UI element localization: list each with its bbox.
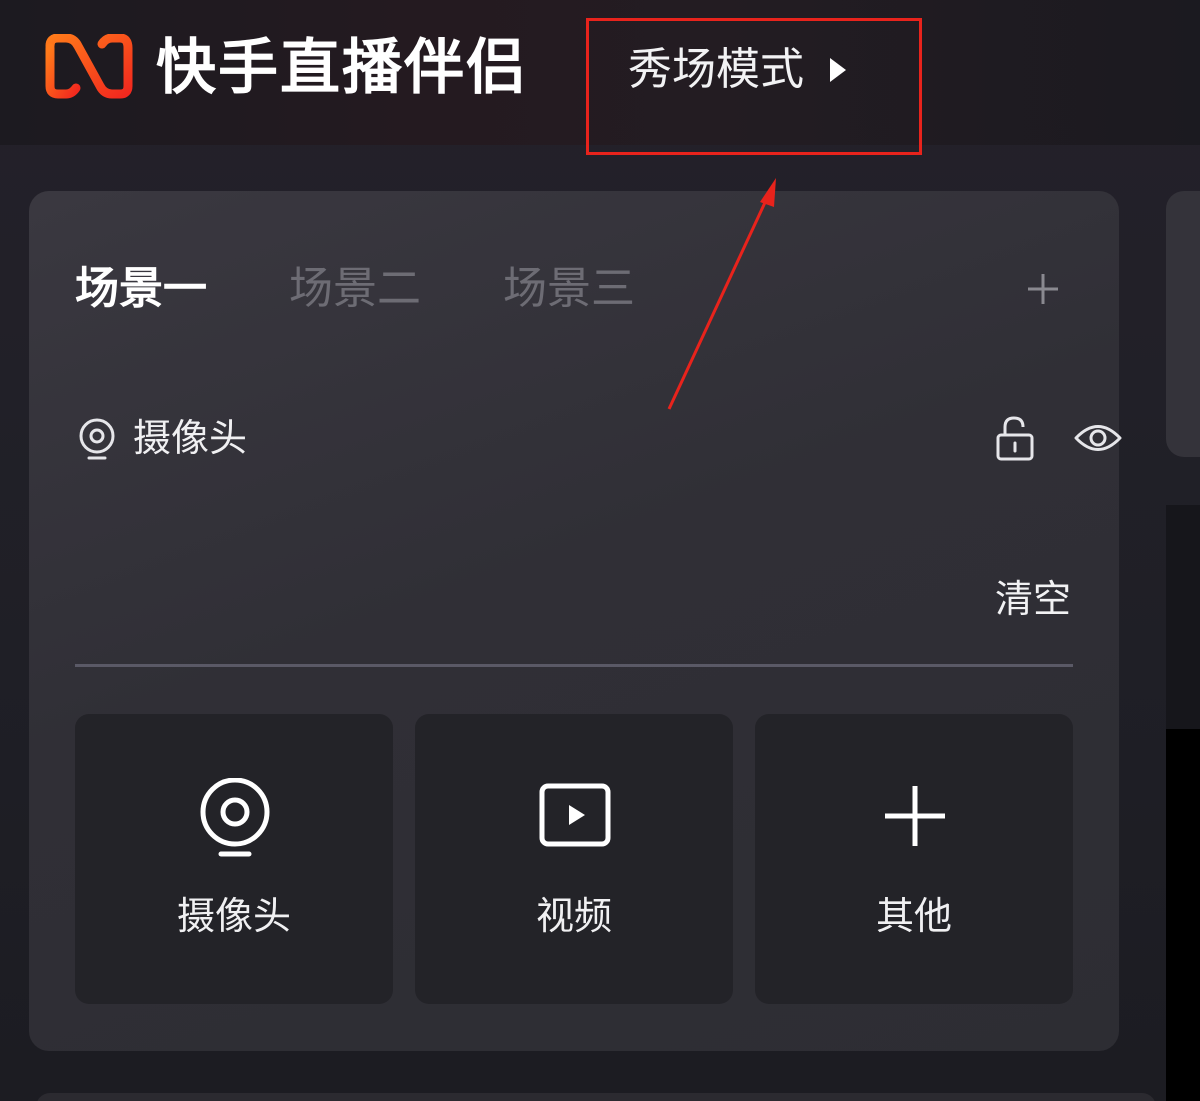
card-label: 其他 bbox=[875, 894, 952, 938]
source-item[interactable]: 摄像头 bbox=[77, 409, 1122, 467]
side-panel-edge bbox=[1166, 191, 1200, 457]
add-source-cards: 摄像头 视频 其他 bbox=[75, 714, 1073, 1004]
video-play-icon bbox=[539, 783, 611, 847]
card-label: 视频 bbox=[535, 894, 612, 938]
add-video-card[interactable]: 视频 bbox=[415, 714, 733, 1004]
tab-scene-2[interactable]: 场景二 bbox=[289, 259, 421, 319]
camera-icon bbox=[200, 778, 270, 857]
preview-edge bbox=[1166, 505, 1200, 729]
unlock-icon[interactable] bbox=[995, 415, 1035, 461]
app-window: 快手直播伴侣 秀场模式 场景一 场景二 场景三 摄像头 清空 摄像头 视频 其他 bbox=[0, 0, 1200, 1101]
eye-icon[interactable] bbox=[1073, 421, 1123, 455]
title-bar: 快手直播伴侣 秀场模式 bbox=[0, 0, 1200, 145]
app-title: 快手直播伴侣 bbox=[156, 33, 528, 103]
source-label: 摄像头 bbox=[133, 416, 248, 460]
kuaishou-logo bbox=[45, 34, 133, 99]
mode-label: 秀场模式 bbox=[628, 44, 804, 95]
mode-switch-button[interactable]: 秀场模式 bbox=[628, 42, 846, 98]
tab-scene-3[interactable]: 场景三 bbox=[503, 259, 635, 319]
clear-button[interactable]: 清空 bbox=[995, 573, 1071, 625]
tab-scene-1[interactable]: 场景一 bbox=[75, 259, 207, 319]
add-other-card[interactable]: 其他 bbox=[755, 714, 1073, 1004]
plus-icon[interactable] bbox=[1025, 271, 1061, 307]
camera-icon bbox=[79, 418, 115, 460]
divider bbox=[75, 664, 1073, 667]
card-label: 摄像头 bbox=[176, 894, 291, 938]
plus-icon bbox=[885, 786, 945, 846]
caret-right-icon bbox=[830, 58, 846, 82]
add-camera-card[interactable]: 摄像头 bbox=[75, 714, 393, 1004]
bottom-panel-edge bbox=[36, 1093, 1156, 1101]
preview-black-edge bbox=[1166, 729, 1200, 1101]
scene-panel: 场景一 场景二 场景三 摄像头 清空 摄像头 视频 其他 bbox=[29, 191, 1122, 1051]
scene-tabs: 场景一 场景二 场景三 bbox=[75, 259, 717, 319]
